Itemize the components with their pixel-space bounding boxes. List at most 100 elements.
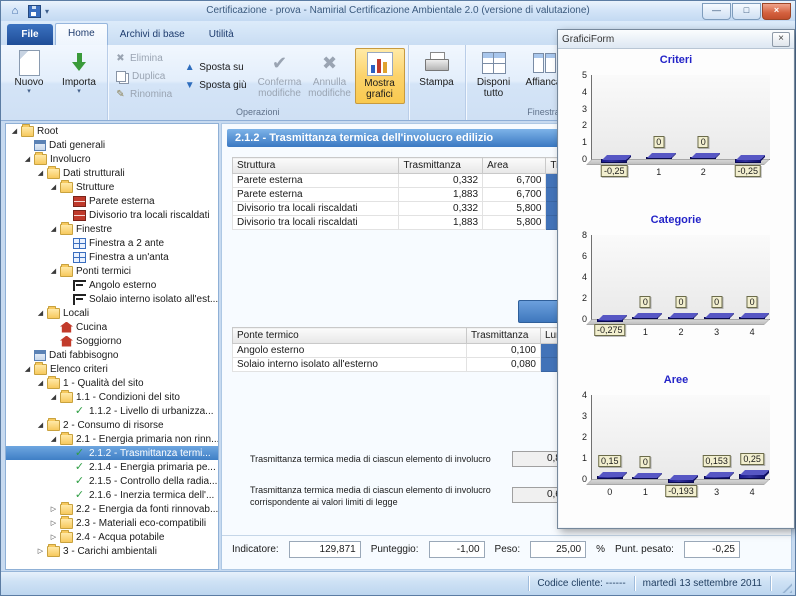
tree-item[interactable]: ✓2.1.4 - Energia primaria pe...	[6, 460, 218, 474]
tree-item[interactable]: Parete esterna	[6, 194, 218, 208]
tree-item[interactable]: ◢ 1 - Qualità del sito	[6, 376, 218, 390]
tree-item[interactable]: ✓2.1.5 - Controllo della radia...	[6, 474, 218, 488]
resize-grip[interactable]	[779, 580, 792, 593]
y-tick-label: 3	[567, 411, 587, 421]
tree-item-label: Dati generali	[49, 140, 105, 151]
title-bar[interactable]: ⌂ ▾ Certificazione - prova - Namirial Ce…	[1, 1, 795, 21]
minimize-button[interactable]: —	[702, 3, 731, 20]
nuovo-button[interactable]: Nuovo ▾	[4, 48, 54, 104]
qat-dropdown-icon[interactable]: ▾	[45, 7, 49, 16]
column-header[interactable]: Struttura	[233, 158, 399, 174]
sposta-su-button[interactable]: ▲ Sposta su	[180, 59, 249, 75]
tile-windows-icon	[533, 53, 555, 73]
grafici-form-close-button[interactable]: ×	[772, 32, 790, 47]
value-label: -0,25	[601, 165, 628, 177]
collapse-arrow-icon[interactable]: ◢	[35, 169, 46, 177]
conferma-modifiche-button[interactable]: ✔ Conferma modifiche	[255, 48, 305, 104]
maximize-button[interactable]: □	[732, 3, 761, 20]
tree-item-label: 1 - Qualità del sito	[63, 378, 144, 389]
collapse-arrow-icon[interactable]: ◢	[48, 435, 59, 443]
peso-label: Peso:	[495, 544, 521, 555]
collapse-arrow-icon[interactable]: ◢	[22, 365, 33, 373]
rinomina-button[interactable]: ✎ Rinomina	[111, 86, 175, 102]
tree-item[interactable]: Dati generali	[6, 138, 218, 152]
table-cell: Parete esterna	[233, 188, 399, 202]
column-header[interactable]: Ponte termico	[233, 328, 467, 344]
collapse-arrow-icon[interactable]: ◢	[35, 379, 46, 387]
tree-item[interactable]: Finestra a un'anta	[6, 250, 218, 264]
stampa-button[interactable]: Stampa	[412, 48, 462, 104]
tree-item[interactable]: ◢1.1 - Condizioni del sito	[6, 390, 218, 404]
punteggio-label: Punteggio:	[371, 544, 419, 555]
expand-arrow-icon[interactable]: ▷	[48, 519, 59, 527]
x-tick-label: 2	[678, 327, 683, 337]
tree-item[interactable]: ▷2.2 - Energia da fonti rinnovab...	[6, 502, 218, 516]
tree-item[interactable]: ◢Locali	[6, 306, 218, 320]
tree-item[interactable]: Divisorio tra locali riscaldati	[6, 208, 218, 222]
tree-item[interactable]: ◢Strutture	[6, 180, 218, 194]
tree-item[interactable]: Solaio interno isolato all'est...	[6, 292, 218, 306]
collapse-arrow-icon[interactable]: ◢	[48, 225, 59, 233]
collapse-arrow-icon[interactable]: ◢	[48, 393, 59, 401]
tab-file[interactable]: File	[7, 24, 53, 45]
tree-item[interactable]: ◢Involucro	[6, 152, 218, 166]
collapse-arrow-icon[interactable]: ◢	[48, 183, 59, 191]
tree-item[interactable]: Finestra a 2 ante	[6, 236, 218, 250]
table-cell: Divisorio tra locali riscaldati	[233, 216, 399, 230]
tree-item[interactable]: ▷ 2.4 - Acqua potabile	[6, 530, 218, 544]
column-header[interactable]: Trasmittanza	[467, 328, 541, 344]
tree-item[interactable]: ◢Dati strutturali	[6, 166, 218, 180]
collapse-arrow-icon[interactable]: ◢	[9, 127, 20, 135]
grafici-form-titlebar[interactable]: GraficiForm ×	[558, 30, 794, 49]
chart-bar	[601, 159, 627, 163]
collapse-arrow-icon[interactable]: ◢	[35, 309, 46, 317]
chart-bar	[739, 474, 765, 479]
annulla-modifiche-button[interactable]: ✖ Annulla modifiche	[305, 48, 355, 104]
disponi-tutto-button[interactable]: Disponi tutto	[469, 48, 519, 104]
close-button[interactable]: ×	[762, 3, 791, 20]
tree-item[interactable]: ◢2 - Consumo di risorse	[6, 418, 218, 432]
tree-item[interactable]: ◢Root	[6, 124, 218, 138]
tab-home[interactable]: Home	[55, 23, 108, 45]
tree-item[interactable]: ✓2.1.2 - Trasmittanza termi...	[6, 446, 218, 460]
tree-item[interactable]: ✓2.1.6 - Inerzia termica dell'...	[6, 488, 218, 502]
column-header[interactable]: Trasmittanza	[399, 158, 483, 174]
collapse-arrow-icon[interactable]: ◢	[22, 155, 33, 163]
table-cell: 6,700	[483, 188, 546, 202]
tree-item[interactable]: Soggiorno	[6, 334, 218, 348]
home-icon[interactable]: ⌂	[7, 4, 23, 18]
tab-utilita[interactable]: Utilità	[197, 24, 246, 45]
column-header[interactable]: Area	[483, 158, 546, 174]
elimina-button[interactable]: ✖ Elimina	[111, 50, 175, 66]
tree-item[interactable]: ◢Finestre	[6, 222, 218, 236]
tree-item[interactable]: ▷3 - Carichi ambientali	[6, 544, 218, 558]
mostra-grafici-button[interactable]: Mostra grafici	[355, 48, 405, 104]
tree-item[interactable]: Angolo esterno	[6, 278, 218, 292]
expand-arrow-icon[interactable]: ▷	[48, 533, 59, 541]
peso-value[interactable]: 25,00	[530, 541, 586, 558]
expand-arrow-icon[interactable]: ▷	[48, 505, 59, 513]
tree-item[interactable]: ◢2.1 - Energia primaria non rinn...	[6, 432, 218, 446]
sposta-giu-button[interactable]: ▼ Sposta giù	[180, 77, 249, 93]
tree-item[interactable]: Dati fabbisogno	[6, 348, 218, 362]
tab-archivi-di-base[interactable]: Archivi di base	[108, 24, 197, 45]
save-icon[interactable]	[26, 4, 42, 18]
tree-item[interactable]: ✓1.1.2 - Livello di urbanizza...	[6, 404, 218, 418]
tree-panel[interactable]: ◢Root Dati generali◢Involucro◢Dati strutt…	[5, 123, 219, 570]
tree-item[interactable]: ▷2.3 - Materiali eco-compatibili	[6, 516, 218, 530]
duplica-button[interactable]: Duplica	[111, 68, 175, 84]
bar-chart-icon	[367, 52, 393, 76]
collapse-arrow-icon[interactable]: ◢	[35, 421, 46, 429]
tree-item[interactable]: Cucina	[6, 320, 218, 334]
tree-item-label: 2.4 - Acqua potabile	[76, 532, 164, 543]
expand-arrow-icon[interactable]: ▷	[35, 547, 46, 555]
y-tick-label: 0	[567, 154, 587, 164]
tree-item[interactable]: ◢Elenco criteri	[6, 362, 218, 376]
chart-bar	[597, 476, 623, 479]
importa-label: Importa	[62, 77, 96, 88]
tree-item[interactable]: ◢Ponti termici	[6, 264, 218, 278]
value-label: -0,25	[734, 165, 761, 177]
importa-button[interactable]: Importa ▾	[54, 48, 104, 104]
collapse-arrow-icon[interactable]: ◢	[48, 267, 59, 275]
value-label: 0	[698, 136, 709, 148]
